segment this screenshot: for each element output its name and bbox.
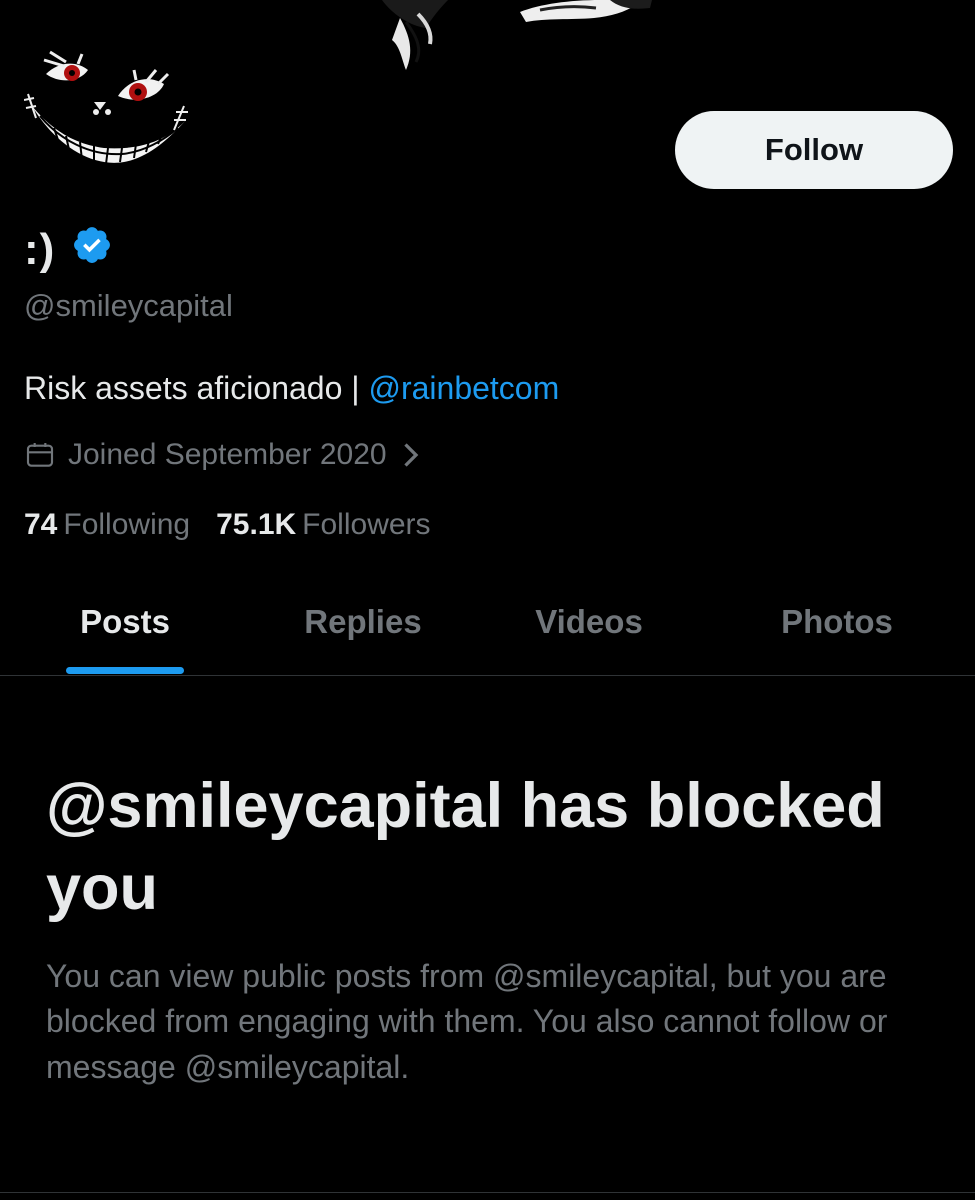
joined-date: Joined September 2020 bbox=[68, 438, 387, 471]
tab-videos-label: Videos bbox=[535, 603, 643, 640]
profile-tabs: Posts Replies Videos Photos bbox=[0, 590, 975, 676]
display-name-row: :) bbox=[24, 222, 113, 278]
following-stat[interactable]: 74 Following bbox=[24, 508, 190, 542]
tab-photos-label: Photos bbox=[781, 603, 893, 640]
joined-date-row[interactable]: Joined September 2020 bbox=[24, 438, 421, 472]
follow-button[interactable]: Follow bbox=[675, 111, 953, 189]
tab-posts[interactable]: Posts bbox=[66, 590, 184, 676]
tab-replies-label: Replies bbox=[304, 603, 422, 640]
bio-mention-link[interactable]: @rainbetcom bbox=[368, 370, 559, 406]
following-count: 74 bbox=[24, 508, 58, 541]
profile-handle: @smileycapital bbox=[24, 288, 233, 323]
following-label: Following bbox=[63, 508, 191, 541]
active-tab-indicator bbox=[66, 667, 184, 674]
calendar-icon bbox=[24, 439, 56, 471]
blocked-title: @smileycapital has blocked you bbox=[46, 771, 885, 923]
follow-stats: 74 Following 75.1K Followers bbox=[24, 508, 431, 542]
followers-stat[interactable]: 75.1K Followers bbox=[216, 508, 430, 542]
tab-videos[interactable]: Videos bbox=[522, 590, 656, 676]
followers-label: Followers bbox=[302, 508, 431, 541]
chevron-right-icon bbox=[399, 440, 421, 470]
display-name: :) bbox=[24, 225, 56, 274]
verified-badge-icon[interactable] bbox=[71, 224, 113, 266]
tab-photos[interactable]: Photos bbox=[770, 590, 904, 676]
divider bbox=[0, 1192, 975, 1193]
followers-count: 75.1K bbox=[216, 508, 297, 541]
banner-image bbox=[370, 0, 660, 75]
tab-replies[interactable]: Replies bbox=[292, 590, 434, 676]
tab-posts-label: Posts bbox=[80, 603, 170, 640]
bio-text: Risk assets aficionado | bbox=[24, 370, 369, 406]
blocked-description: You can view public posts from @smileyca… bbox=[46, 958, 888, 1085]
profile-bio: Risk assets aficionado | @rainbetcom bbox=[24, 370, 559, 407]
profile-avatar[interactable] bbox=[23, 40, 194, 190]
